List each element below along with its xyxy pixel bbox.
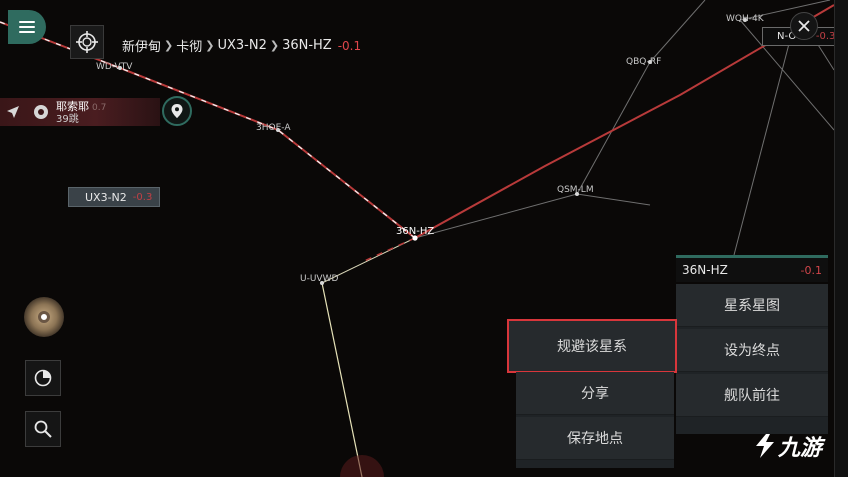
history-button[interactable]: [25, 360, 61, 396]
breadcrumb-system-parent[interactable]: UX3-N2: [217, 38, 266, 53]
menu-item-system-map[interactable]: 星系星图: [676, 284, 828, 327]
navigation-arrow-icon: [0, 105, 26, 119]
system-label: U-UVWD: [300, 274, 338, 284]
menu-item-avoid-system[interactable]: 规避该星系: [507, 319, 677, 373]
system-label: WD-VTV: [96, 62, 133, 72]
watermark: 九游: [752, 430, 822, 462]
chevron-right-icon: ❯: [205, 39, 215, 52]
compass-icon: [38, 311, 50, 323]
menu-item-set-destination[interactable]: 设为终点: [676, 329, 828, 372]
route-destination-bar[interactable]: 耶索耶 0.7 39跳: [0, 98, 160, 126]
breadcrumb: 新伊甸 ❯ 卡彻 ❯ UX3-N2 ❯ 36N-HZ -0.1: [122, 36, 361, 55]
system-tag-ux3-n2[interactable]: UX3-N2 -0.3: [68, 187, 160, 207]
ship-icon: [34, 105, 48, 119]
map-link: [414, 193, 578, 239]
system-label: WQH-4K: [726, 14, 765, 24]
route-info: 耶索耶 0.7 39跳: [56, 99, 106, 126]
system-label: 3HOE-A: [256, 123, 291, 133]
security-status: -0.1: [337, 38, 362, 53]
map-link: [576, 61, 651, 195]
map-link-south: [361, 237, 416, 263]
system-tag-security: -0.3: [815, 31, 836, 42]
menu-button[interactable]: [8, 10, 46, 44]
menu-item-save-location[interactable]: 保存地点: [516, 417, 674, 460]
map-link: [576, 193, 651, 206]
system-label: QBQ-RF: [626, 57, 661, 67]
hamburger-icon: [19, 21, 35, 33]
system-label-current: 36N-HZ: [396, 226, 434, 237]
pin-button[interactable]: [162, 96, 192, 126]
system-glow: [340, 455, 384, 477]
compass-control[interactable]: [24, 297, 64, 337]
system-panel-name: 36N-HZ: [682, 263, 728, 277]
system-label: QSM-LM: [557, 185, 594, 195]
route-destination-security: 0.7: [92, 102, 107, 113]
system-panel-security: -0.1: [800, 263, 822, 277]
map-link: [649, 0, 706, 63]
map-link: [733, 39, 791, 256]
map-link-south: [321, 282, 363, 477]
close-button[interactable]: [790, 12, 818, 40]
crosshair-icon: [76, 31, 98, 53]
locate-button[interactable]: [70, 25, 104, 59]
breadcrumb-constellation[interactable]: 卡彻: [176, 36, 202, 55]
system-tag-security: -0.3: [132, 191, 153, 203]
menu-item-fleet-goto[interactable]: 舰队前往: [676, 374, 828, 417]
menu-item-share[interactable]: 分享: [516, 372, 674, 415]
location-pin-icon: [171, 104, 183, 118]
system-tag-name: UX3-N2: [85, 190, 127, 204]
chevron-right-icon: ❯: [269, 39, 280, 52]
system-panel-header: 36N-HZ -0.1: [676, 255, 828, 282]
right-edge-rail: [834, 0, 848, 477]
search-button[interactable]: [25, 411, 61, 447]
system-actions-menu: 星系星图 设为终点 舰队前往: [676, 284, 828, 434]
watermark-logo-icon: [756, 434, 774, 458]
route-destination-name: 耶索耶: [56, 99, 89, 113]
breadcrumb-region[interactable]: 新伊甸: [122, 36, 161, 55]
close-icon: [798, 20, 810, 32]
chevron-right-icon: ❯: [164, 39, 174, 52]
search-icon: [34, 420, 52, 438]
pie-chart-icon: [34, 369, 52, 387]
route-jump-count: 39跳: [56, 113, 79, 125]
watermark-text: 九游: [778, 436, 823, 461]
system-extra-menu: 规避该星系 分享 保存地点: [507, 319, 677, 468]
breadcrumb-system[interactable]: 36N-HZ: [282, 38, 332, 53]
